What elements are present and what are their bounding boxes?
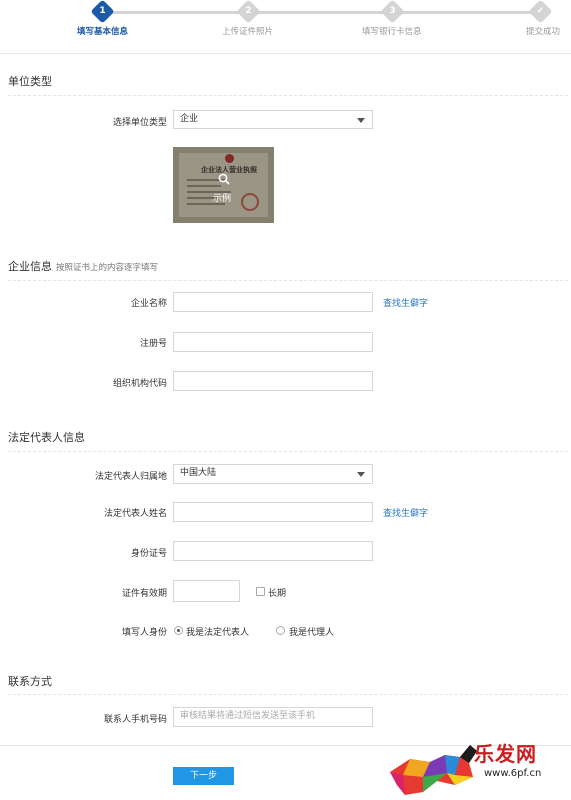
section-divider — [8, 451, 568, 452]
rare-char-link[interactable]: 查找生僻字 — [383, 506, 428, 519]
step-connector — [256, 11, 384, 14]
org-code-label: 组织机构代码 — [112, 379, 167, 389]
registration-number-input[interactable] — [173, 332, 373, 352]
step-3-label: 填写银行卡信息 — [362, 27, 422, 37]
id-number-label: 身份证号 — [130, 549, 167, 559]
legal-rep-name-input[interactable] — [173, 502, 373, 522]
next-step-button[interactable]: 下一步 — [173, 767, 234, 785]
company-name-input[interactable] — [173, 292, 373, 312]
search-icon — [218, 173, 230, 185]
step-4-label: 提交成功 — [526, 27, 561, 37]
legal-rep-name-label: 法定代表人姓名 — [103, 509, 167, 519]
step-1-number: 1 — [99, 6, 106, 16]
long-term-label: 长期 — [268, 589, 287, 599]
org-code-input[interactable] — [173, 371, 373, 391]
chevron-down-icon — [357, 472, 365, 477]
step-4-indicator: ✔ — [528, 0, 553, 24]
step-2-number: 2 — [245, 6, 252, 16]
step-connector — [105, 11, 241, 14]
enterprise-section-title: 企业信息 按照证书上的内容逐字填写 — [8, 258, 158, 274]
radio-legal-rep[interactable] — [174, 626, 183, 635]
legal-rep-region-label: 法定代表人归属地 — [94, 472, 167, 482]
section-divider — [8, 280, 568, 281]
step-2-label: 上传证件照片 — [222, 27, 274, 37]
header-divider — [0, 53, 571, 54]
step-1-label: 填写基本信息 — [77, 27, 129, 37]
step-3-number: 3 — [389, 6, 396, 16]
filler-identity-label: 填写人身份 — [121, 628, 167, 638]
radio-agent[interactable] — [276, 626, 285, 635]
unit-type-label: 选择单位类型 — [112, 118, 167, 128]
id-validity-label: 证件有效期 — [121, 589, 167, 599]
unit-type-section-title: 单位类型 — [8, 75, 52, 88]
unit-type-select-value: 企业 — [180, 114, 199, 124]
legal-rep-region-select[interactable]: 中国大陆 — [173, 464, 373, 484]
chevron-down-icon — [357, 118, 365, 123]
company-name-label: 企业名称 — [130, 299, 167, 309]
radio-legal-rep-label: 我是法定代表人 — [186, 628, 250, 638]
contact-phone-label: 联系人手机号码 — [103, 715, 167, 725]
step-connector — [400, 11, 532, 14]
watermark-url: www.6pf.cn — [484, 768, 542, 779]
checkmark-icon: ✔ — [536, 6, 545, 16]
step-3-indicator: 3 — [380, 0, 405, 24]
section-divider — [8, 694, 568, 695]
rare-char-link[interactable]: 查找生僻字 — [383, 296, 428, 309]
long-term-checkbox[interactable] — [256, 587, 265, 596]
step-1-indicator: 1 — [90, 0, 115, 24]
legal-rep-section-title: 法定代表人信息 — [8, 431, 85, 444]
step-2-indicator: 2 — [236, 0, 261, 24]
id-validity-input[interactable] — [173, 580, 240, 602]
enterprise-title-text: 企业信息 — [8, 260, 52, 273]
contact-section-title: 联系方式 — [8, 675, 52, 688]
watermark-brand: 乐发网 — [474, 742, 537, 766]
unit-type-select[interactable]: 企业 — [173, 110, 373, 129]
id-number-input[interactable] — [173, 541, 373, 561]
example-label: 示例 — [213, 194, 232, 204]
registration-number-label: 注册号 — [139, 339, 167, 349]
contact-phone-input[interactable]: 审核结果将通过短信发送至该手机 — [173, 707, 373, 727]
radio-agent-label: 我是代理人 — [289, 628, 335, 638]
image-overlay — [173, 147, 274, 223]
legal-rep-region-value: 中国大陆 — [180, 468, 217, 478]
enterprise-subtitle: 按照证书上的内容逐字填写 — [56, 263, 159, 273]
license-example-image[interactable]: 企业法人营业执照 示例 — [173, 147, 274, 223]
section-divider — [8, 95, 568, 96]
